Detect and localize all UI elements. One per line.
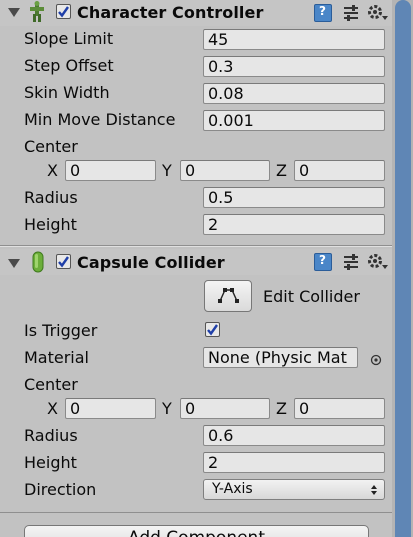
skin-width-field[interactable]: 0.08 <box>203 83 385 104</box>
capsule-height-field[interactable]: 2 <box>203 452 385 473</box>
add-component-label: Add Component <box>25 528 368 537</box>
material-field[interactable]: None (Physic Mat <box>203 347 358 368</box>
material-label: Material <box>24 348 89 367</box>
min-move-distance-field[interactable]: 0.001 <box>203 110 385 131</box>
capsule-radius-field[interactable]: 0.6 <box>203 425 385 446</box>
preset-icon[interactable] <box>343 253 359 271</box>
capsule-collider-title: Capsule Collider <box>77 253 225 272</box>
capsule-center-x-field[interactable]: 0 <box>65 398 156 419</box>
radius-field[interactable]: 0.5 <box>203 187 385 208</box>
capsule-center-label: Center <box>24 375 78 394</box>
component-divider <box>0 512 392 513</box>
step-offset-label: Step Offset <box>24 56 114 75</box>
help-icon[interactable] <box>314 253 332 271</box>
capsule-radius-label: Radius <box>24 426 78 445</box>
center-label: Center <box>24 137 78 156</box>
slope-limit-field[interactable]: 45 <box>203 29 385 50</box>
center-y-field[interactable]: 0 <box>180 160 270 181</box>
preset-icon[interactable] <box>343 4 359 22</box>
help-icon[interactable] <box>314 4 332 22</box>
slope-limit-label: Slope Limit <box>24 29 114 48</box>
component-divider-highlight <box>0 246 392 247</box>
character-controller-title: Character Controller <box>77 3 264 22</box>
capsule-center-y-field[interactable]: 0 <box>180 398 270 419</box>
radius-label: Radius <box>24 188 78 207</box>
center-y-label[interactable]: Y <box>162 161 172 180</box>
scrollbar-thumb[interactable] <box>395 0 411 537</box>
capsule-center-z-field[interactable]: 0 <box>294 398 385 419</box>
capsule-center-z-label[interactable]: Z <box>276 399 287 418</box>
capsule-center-y-label[interactable]: Y <box>162 399 172 418</box>
character-controller-icon <box>27 1 47 23</box>
direction-value: Y-Axis <box>212 481 253 497</box>
direction-dropdown[interactable]: Y-Axis <box>203 479 385 500</box>
object-picker-icon[interactable] <box>370 351 382 366</box>
is-trigger-checkbox[interactable] <box>205 322 220 337</box>
gear-icon[interactable] <box>367 3 389 23</box>
gear-icon[interactable] <box>367 252 389 272</box>
direction-label: Direction <box>24 480 97 499</box>
capsule-collider-enabled-checkbox[interactable] <box>56 254 71 269</box>
is-trigger-label: Is Trigger <box>24 321 98 340</box>
capsule-icon <box>31 251 45 273</box>
character-controller-enabled-checkbox[interactable] <box>56 4 71 19</box>
foldout-arrow-icon[interactable] <box>8 8 20 17</box>
edit-collider-icon <box>218 288 239 303</box>
capsule-height-label: Height <box>24 453 77 472</box>
center-x-label[interactable]: X <box>47 161 58 180</box>
edit-collider-label: Edit Collider <box>263 287 360 306</box>
center-z-label[interactable]: Z <box>276 161 287 180</box>
skin-width-label: Skin Width <box>24 83 110 102</box>
min-move-distance-label: Min Move Distance <box>24 110 176 129</box>
foldout-arrow-icon[interactable] <box>8 259 20 268</box>
edit-collider-button[interactable] <box>204 280 252 312</box>
inspector-panel: Character Controller Slope Limit 45 Step… <box>0 0 392 537</box>
height-field[interactable]: 2 <box>203 214 385 235</box>
add-component-button[interactable]: Add Component <box>24 525 369 537</box>
capsule-center-x-label[interactable]: X <box>47 399 58 418</box>
height-label: Height <box>24 215 77 234</box>
center-x-field[interactable]: 0 <box>65 160 156 181</box>
dropdown-arrows-icon <box>371 485 377 495</box>
step-offset-field[interactable]: 0.3 <box>203 56 385 77</box>
center-z-field[interactable]: 0 <box>294 160 385 181</box>
